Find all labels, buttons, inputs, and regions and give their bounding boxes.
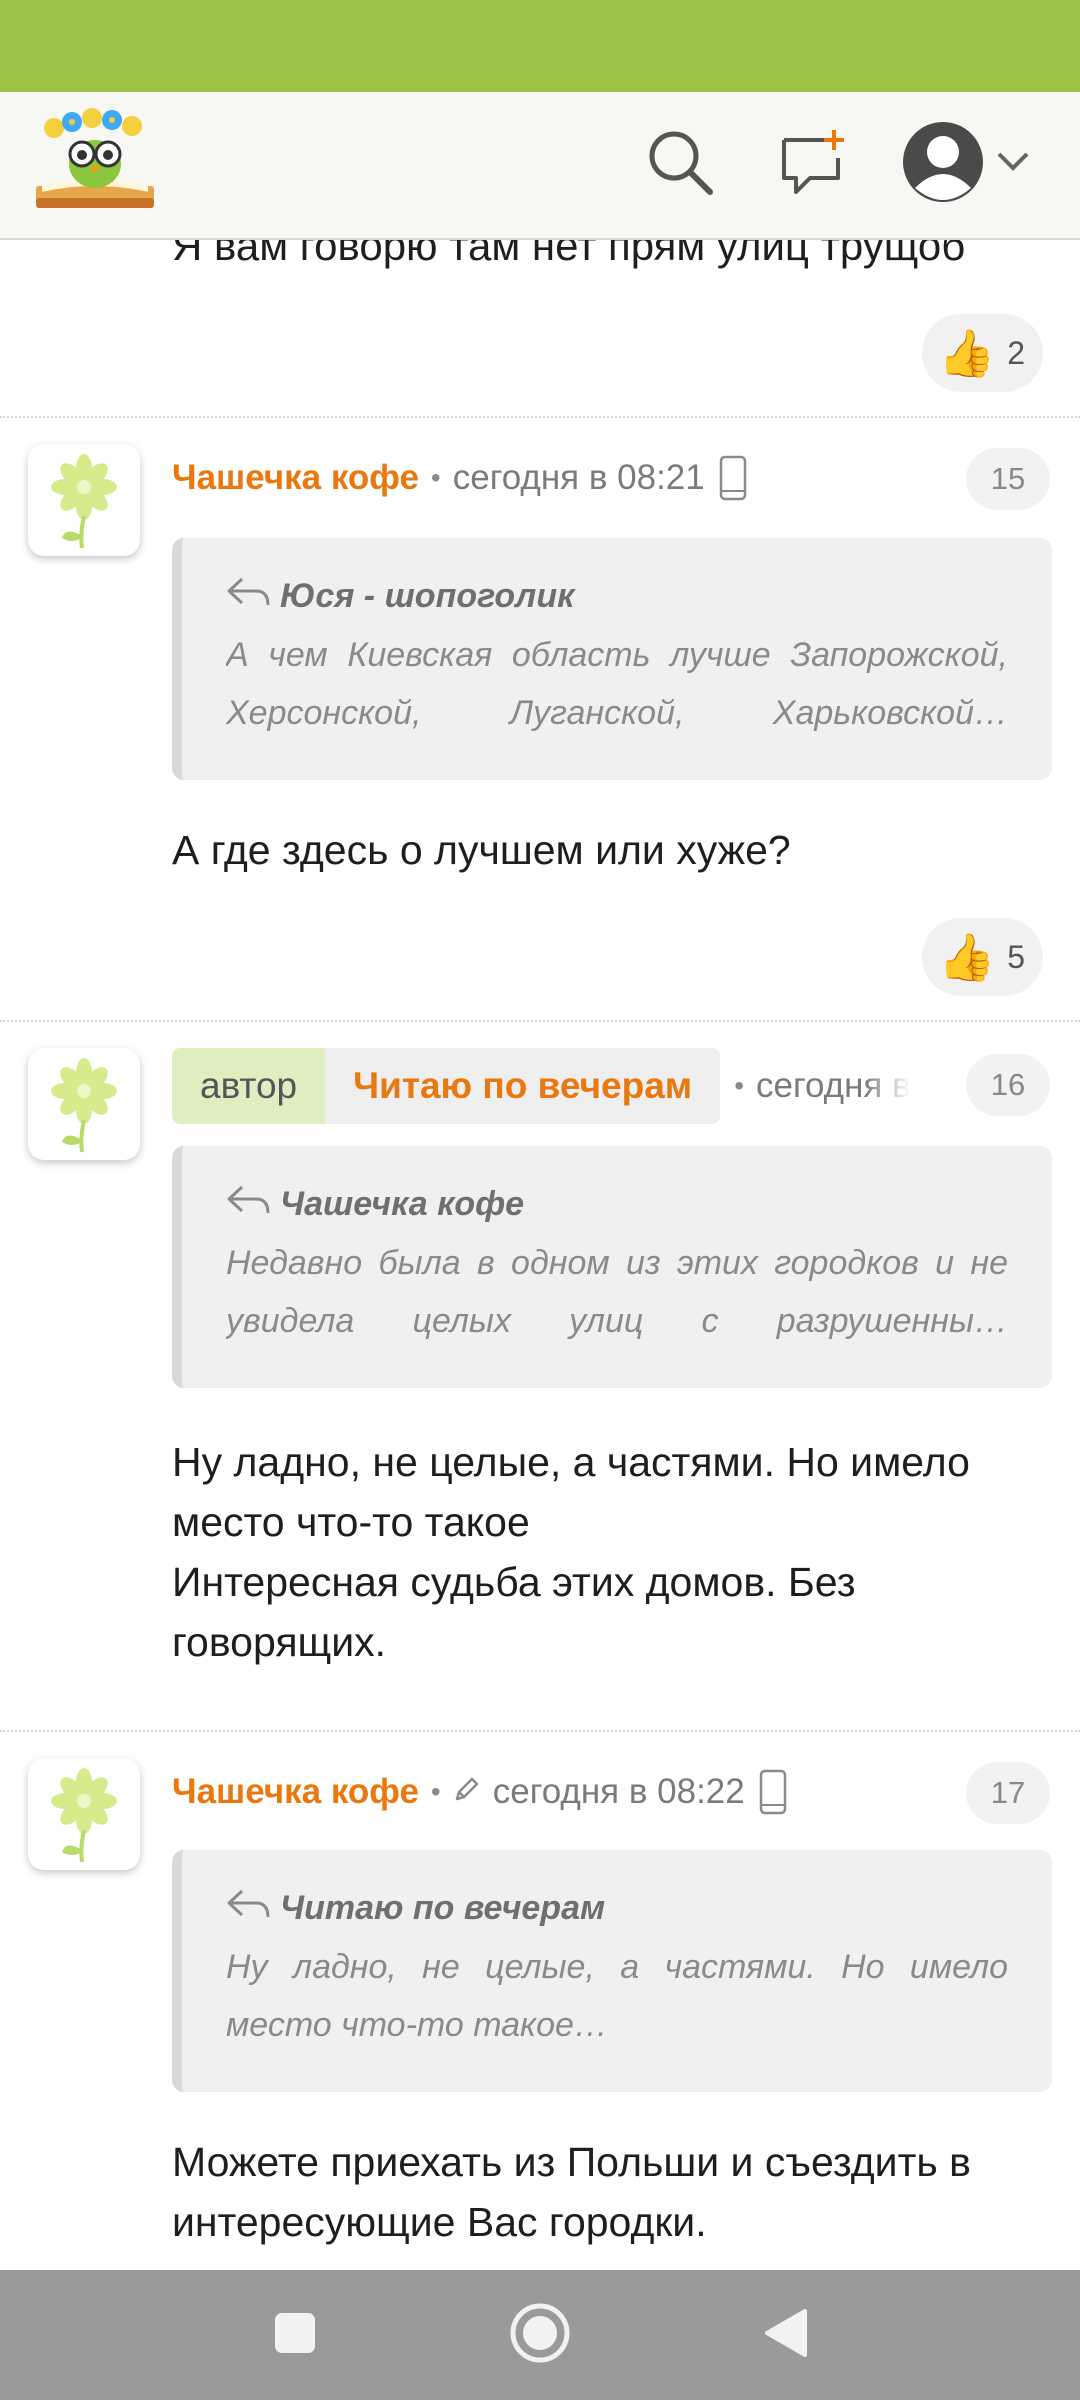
app-header	[0, 92, 1080, 240]
thumbs-up-icon: 👍	[938, 931, 996, 983]
edited-pencil-icon	[453, 1772, 481, 1812]
comment-line: интересующие Вас городки.	[172, 2199, 707, 2245]
profile-icon	[901, 120, 985, 209]
comment-text: Я вам говорю там нет прям улиц трущоб	[172, 240, 966, 269]
back-button[interactable]	[750, 2300, 820, 2370]
thumbs-up-icon: 👍	[938, 327, 996, 379]
chevron-down-icon	[995, 150, 1031, 179]
search-icon	[644, 126, 716, 203]
profile-menu-button[interactable]	[896, 118, 1036, 210]
like-button[interactable]: 👍 5	[922, 918, 1044, 996]
comment-line: Ну ладно, не целые, а частями. Но имело	[172, 1439, 970, 1485]
author-name[interactable]: Чашечка кофе	[172, 458, 419, 498]
comment-text: Можете приехать из Польши и съездить в и…	[172, 2132, 1052, 2252]
quote-block[interactable]: Юся - шопоголик А чем Киевская область л…	[172, 538, 1052, 780]
reply-arrow-icon	[226, 1887, 280, 1930]
comment-line: Интересная судьба этих домов. Без	[172, 1559, 856, 1605]
mobile-phone-icon	[719, 455, 747, 501]
square-icon	[273, 2311, 317, 2360]
separator-dot: •	[734, 1070, 744, 1101]
comment-number[interactable]: 17	[966, 1762, 1050, 1824]
quote-line: место что-то такое…	[226, 2006, 608, 2044]
quote-author: Читаю по вечерам	[280, 1888, 606, 1927]
comment-meta: Чашечка кофе • сегодня в 08:21	[172, 448, 747, 508]
quote-text: Недавно была в одном из этих городков и …	[226, 1234, 1008, 1350]
comments-feed[interactable]: Я вам говорю там нет прям улиц трущоб 👍 …	[0, 240, 1080, 2270]
comment-line: место что-то такое	[172, 1499, 530, 1545]
recents-button[interactable]	[260, 2300, 330, 2370]
new-comment-button[interactable]	[770, 122, 854, 206]
comment: автор Читаю по вечерам • сегодня в 16 Ча…	[0, 1022, 1080, 1712]
comment-text: А где здесь о лучшем или хуже?	[172, 827, 791, 873]
reply-arrow-icon	[226, 1183, 280, 1226]
reply-arrow-icon	[226, 575, 280, 618]
comment-time: сегодня в 08:22	[492, 1772, 745, 1811]
comment: Чашечка кофе • сегодня в 08:22 17 Читаю …	[0, 1732, 1080, 2270]
system-nav-bar	[0, 2270, 1080, 2400]
status-bar	[0, 0, 1080, 92]
comment-line: говорящих.	[172, 1619, 387, 1665]
search-button[interactable]	[638, 122, 722, 206]
quote-line: увидела целых улиц с разрушенны…	[226, 1302, 1008, 1340]
comment-time: сегодня в	[756, 1066, 911, 1105]
comment-meta: автор Читаю по вечерам • сегодня в	[172, 1048, 911, 1124]
comment-number[interactable]: 16	[966, 1054, 1050, 1116]
quote-line: Херсонской, Луганской, Харьковской…	[226, 694, 1008, 732]
mobile-phone-icon	[759, 1769, 787, 1815]
comment-meta: Чашечка кофе • сегодня в 08:22	[172, 1762, 787, 1822]
quote-author: Юся - шопоголик	[280, 576, 575, 615]
quote-line: А чем Киевская область лучше Запорожской…	[226, 636, 1008, 674]
avatar[interactable]	[28, 1758, 140, 1870]
quote-text: Ну ладно, не целые, а частями. Но имело …	[226, 1938, 1008, 2054]
avatar[interactable]	[28, 1048, 140, 1160]
quote-line: Ну ладно, не целые, а частями. Но имело	[226, 1948, 1008, 1986]
separator-dot: •	[430, 1776, 441, 1807]
comment-text: Ну ладно, не целые, а частями. Но имело …	[172, 1432, 1052, 1672]
owl-reading-book-logo[interactable]	[32, 106, 158, 218]
quote-author: Чашечка кофе	[280, 1184, 525, 1223]
comment-line: Можете приехать из Польши и съездить в	[172, 2139, 971, 2185]
home-button[interactable]	[505, 2300, 575, 2370]
quote-line: Недавно была в одном из этих городков и …	[226, 1244, 1008, 1282]
author-badge: автор	[172, 1048, 326, 1124]
comment: Чашечка кофе • сегодня в 08:21 15 Юся - …	[0, 418, 1080, 1018]
author-name[interactable]: Читаю по вечерам	[325, 1048, 721, 1124]
home-circle-icon	[509, 2302, 571, 2369]
comment-number[interactable]: 15	[966, 448, 1050, 510]
new-comment-icon	[776, 126, 848, 203]
quote-block[interactable]: Читаю по вечерам Ну ладно, не целые, а ч…	[172, 1850, 1052, 2092]
back-triangle-icon	[761, 2307, 809, 2364]
quote-block[interactable]: Чашечка кофе Недавно была в одном из эти…	[172, 1146, 1052, 1388]
author-name[interactable]: Чашечка кофе	[172, 1772, 419, 1812]
separator-dot: •	[430, 462, 441, 493]
like-count: 2	[1007, 334, 1026, 371]
like-count: 5	[1007, 938, 1026, 975]
avatar[interactable]	[28, 444, 140, 556]
quote-text: А чем Киевская область лучше Запорожской…	[226, 626, 1008, 742]
comment-time: сегодня в 08:21	[452, 458, 705, 497]
like-button[interactable]: 👍 2	[922, 314, 1044, 392]
